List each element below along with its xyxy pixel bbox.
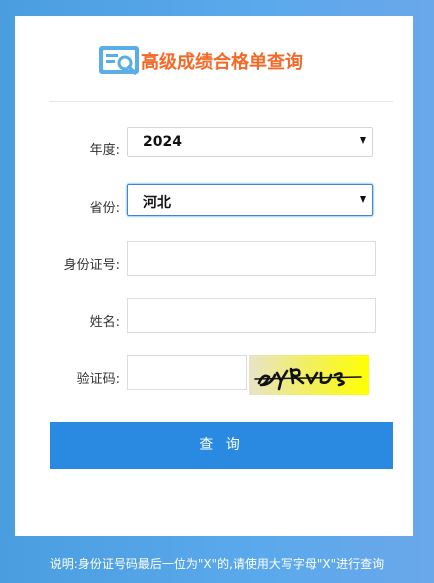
captcha-image[interactable] xyxy=(249,355,369,395)
query-card: 高级成绩合格单查询 年度: 2024 省份: 河北 身份证号: 姓名: 验证码: xyxy=(15,16,413,536)
header-divider xyxy=(49,101,393,102)
year-select[interactable]: 2024 xyxy=(127,127,373,157)
header: 高级成绩合格单查询 xyxy=(15,16,413,101)
captcha-input[interactable] xyxy=(127,355,247,390)
footer-note: 说明:身份证号码最后一位为"X"的,请使用大写字母"X"进行查询 xyxy=(49,557,385,571)
chevron-down-icon xyxy=(360,196,366,203)
province-label: 省份: xyxy=(89,201,120,216)
name-input[interactable] xyxy=(127,298,376,333)
province-select[interactable]: 河北 xyxy=(127,184,373,216)
year-label: 年度: xyxy=(89,143,120,158)
name-label: 姓名: xyxy=(89,315,120,330)
id-number-input[interactable] xyxy=(127,241,376,276)
search-document-icon xyxy=(99,46,139,75)
captcha-label: 验证码: xyxy=(76,372,120,387)
page-title: 高级成绩合格单查询 xyxy=(141,52,303,73)
submit-button[interactable]: 查 询 xyxy=(50,422,393,469)
id-number-label: 身份证号: xyxy=(63,258,120,273)
chevron-down-icon xyxy=(360,137,366,144)
year-select-value: 2024 xyxy=(143,134,182,150)
province-select-value: 河北 xyxy=(143,195,171,211)
